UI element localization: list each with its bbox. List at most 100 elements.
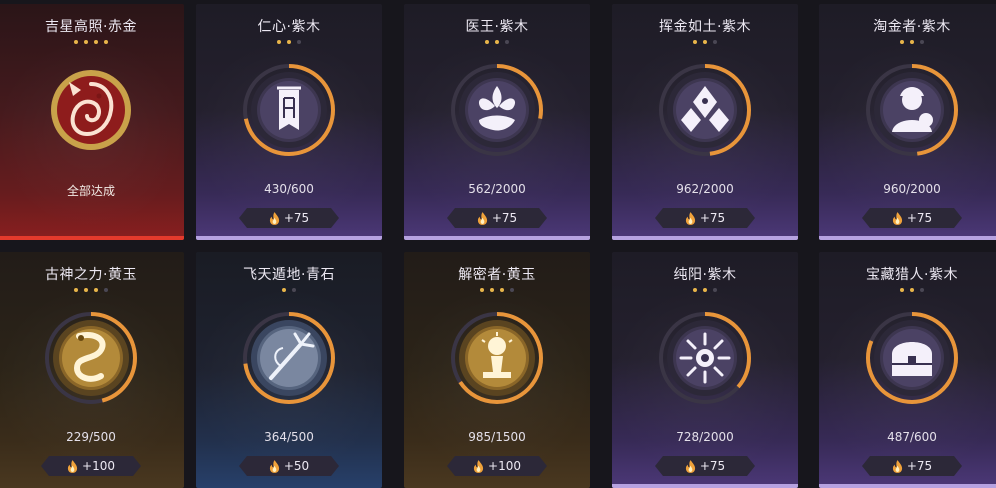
- flame-icon: [685, 211, 695, 225]
- star-rating: [819, 40, 996, 48]
- flame-icon: [477, 211, 487, 225]
- achievement-title: 飞天遁地·青石: [243, 267, 335, 283]
- achievement-card[interactable]: 古神之力·黄玉 229/500 +100: [0, 252, 184, 488]
- flame-icon: [269, 459, 279, 473]
- reward-pill: +75: [239, 208, 339, 228]
- banner-icon: [277, 86, 301, 130]
- reward-pill: +50: [239, 456, 339, 476]
- progress-text: 562/2000: [468, 182, 526, 196]
- achievement-card[interactable]: 挥金如土·紫木 962/2000 +75: [612, 4, 798, 240]
- star-icon: [297, 40, 301, 44]
- star-icon: [277, 40, 281, 44]
- star-icon: [495, 40, 499, 44]
- progress-text: 487/600: [887, 430, 937, 444]
- achievement-title: 解密者·黄玉: [458, 267, 536, 283]
- reward-pill: +75: [862, 456, 962, 476]
- reward-value: +75: [491, 211, 518, 225]
- star-icon: [693, 288, 697, 292]
- progress-text: 985/1500: [468, 430, 526, 444]
- star-icon: [713, 40, 717, 44]
- star-icon: [485, 40, 489, 44]
- star-icon: [74, 288, 78, 292]
- star-icon: [703, 288, 707, 292]
- star-rating: [612, 288, 798, 296]
- achievement-badge: [41, 60, 141, 160]
- star-icon: [74, 40, 78, 44]
- star-icon: [84, 40, 88, 44]
- star-icon: [500, 288, 504, 292]
- star-icon: [910, 40, 914, 44]
- progress-text: 960/2000: [883, 182, 941, 196]
- achievement-title: 仁心·紫木: [257, 19, 321, 35]
- achievement-card[interactable]: 纯阳·紫木 728/2000 +75: [612, 252, 798, 488]
- star-icon: [900, 40, 904, 44]
- star-icon: [490, 288, 494, 292]
- progress-text: 364/500: [264, 430, 314, 444]
- achievement-title: 医王·紫木: [465, 19, 529, 35]
- achievement-card[interactable]: 飞天遁地·青石 364/500 +50: [196, 252, 382, 488]
- star-rating: [0, 40, 184, 48]
- star-icon: [510, 288, 514, 292]
- progress-text: 728/2000: [676, 430, 734, 444]
- star-icon: [292, 288, 296, 292]
- star-rating: [0, 288, 184, 296]
- achievement-badge: [862, 308, 962, 408]
- progress-text: 962/2000: [676, 182, 734, 196]
- star-rating: [196, 40, 382, 48]
- treasure-chest-icon: [892, 342, 932, 376]
- achievement-title: 纯阳·紫木: [673, 267, 737, 283]
- star-icon: [480, 288, 484, 292]
- achievement-badge: [239, 308, 339, 408]
- star-rating: [404, 40, 590, 48]
- star-icon: [282, 288, 286, 292]
- star-icon: [693, 40, 697, 44]
- achievement-card[interactable]: 宝藏猎人·紫木 487/600 +75: [819, 252, 996, 488]
- achievement-badge: [655, 60, 755, 160]
- achievement-badge: [655, 308, 755, 408]
- flame-icon: [473, 459, 484, 473]
- achievement-title: 古神之力·黄玉: [45, 267, 137, 283]
- star-icon: [84, 288, 88, 292]
- star-icon: [104, 288, 108, 292]
- flame-icon: [892, 211, 902, 225]
- reward-value: +75: [906, 459, 933, 473]
- sun-icon: [679, 332, 731, 384]
- reward-value: +75: [699, 211, 726, 225]
- achievement-card[interactable]: 解密者·黄玉 985/1500 +100: [404, 252, 590, 488]
- tier-underline: [819, 484, 996, 488]
- achievement-card[interactable]: 吉星高照·赤金 全部达成: [0, 4, 184, 240]
- progress-text: 229/500: [66, 430, 116, 444]
- star-icon: [287, 40, 291, 44]
- star-icon: [713, 288, 717, 292]
- tier-underline: [196, 236, 382, 240]
- tier-underline: [819, 236, 996, 240]
- achievement-badge: [447, 60, 547, 160]
- star-rating: [404, 288, 590, 296]
- achievement-badge: [862, 60, 962, 160]
- star-icon: [94, 40, 98, 44]
- flame-icon: [685, 459, 695, 473]
- reward-pill: +75: [862, 208, 962, 228]
- achievement-title: 淘金者·紫木: [873, 19, 951, 35]
- reward-value: +100: [488, 459, 521, 473]
- star-icon: [920, 288, 924, 292]
- tier-underline: [612, 236, 798, 240]
- star-icon: [104, 40, 108, 44]
- achievement-card[interactable]: 仁心·紫木 430/600 +75: [196, 4, 382, 240]
- star-icon: [94, 288, 98, 292]
- star-icon: [505, 40, 509, 44]
- tier-underline: [612, 484, 798, 488]
- star-icon: [920, 40, 924, 44]
- reward-value: +50: [283, 459, 310, 473]
- reward-pill: +100: [41, 456, 141, 476]
- reward-value: +75: [283, 211, 310, 225]
- reward-pill: +75: [655, 208, 755, 228]
- star-rating: [196, 288, 382, 296]
- achievement-card[interactable]: 淘金者·紫木 960/2000 +75: [819, 4, 996, 240]
- achievement-card[interactable]: 医王·紫木 562/2000 +75: [404, 4, 590, 240]
- reward-value: +75: [906, 211, 933, 225]
- reward-pill: +75: [447, 208, 547, 228]
- reward-value: +100: [82, 459, 115, 473]
- star-icon: [900, 288, 904, 292]
- tier-underline: [404, 236, 590, 240]
